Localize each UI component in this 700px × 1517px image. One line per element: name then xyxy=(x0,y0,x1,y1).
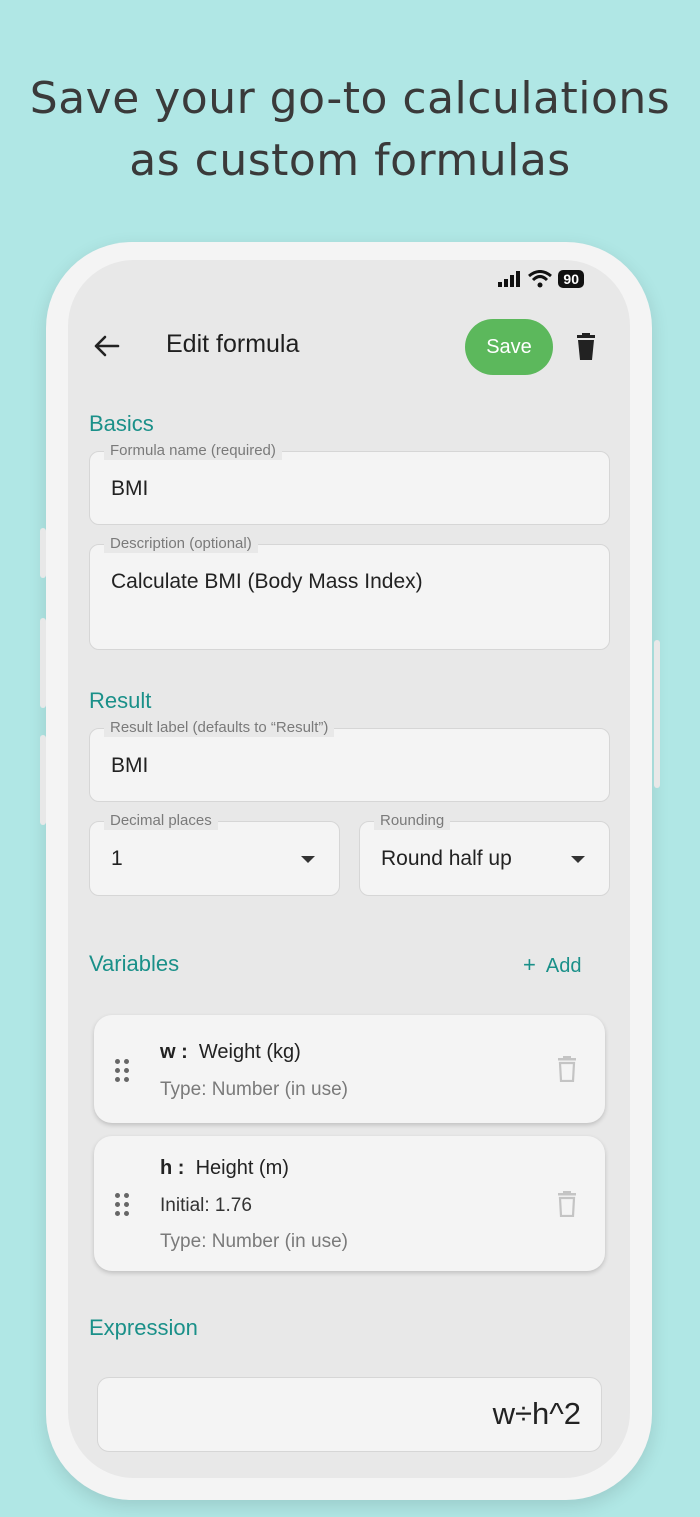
wifi-icon xyxy=(528,270,553,288)
formula-name-label: Formula name (required) xyxy=(104,442,282,460)
delete-formula-icon[interactable] xyxy=(574,333,598,361)
description-label: Description (optional) xyxy=(104,535,258,553)
phone-side-button xyxy=(40,618,46,708)
app-screen: 90 Edit formula Save Basics Formula name… xyxy=(68,260,630,1478)
description-field[interactable]: Description (optional) Calculate BMI (Bo… xyxy=(89,535,610,650)
expression-input[interactable]: w÷h^2 xyxy=(97,1377,602,1452)
phone-side-button xyxy=(654,640,660,788)
result-label-label: Result label (defaults to “Result”) xyxy=(104,719,335,737)
variable-name: Weight (kg) xyxy=(198,1041,301,1063)
phone-side-button xyxy=(40,735,46,825)
description-value: Calculate BMI (Body Mass Index) xyxy=(111,570,423,593)
phone-side-button xyxy=(40,528,46,578)
chevron-down-icon xyxy=(301,856,315,863)
headline-line-2: as custom formulas xyxy=(129,135,571,186)
chevron-down-icon xyxy=(571,856,585,863)
variable-type: Type: Number (in use) xyxy=(160,1231,348,1252)
status-bar: 90 xyxy=(498,266,584,292)
expression-value: w÷h^2 xyxy=(492,1396,581,1431)
add-variable-label: Add xyxy=(545,955,582,977)
page-title: Edit formula xyxy=(166,330,300,358)
drag-handle-icon[interactable] xyxy=(115,1059,129,1082)
headline: Save your go-to calculations as custom f… xyxy=(0,68,700,192)
plus-icon: + xyxy=(523,952,536,977)
section-expression: Expression xyxy=(89,1315,198,1340)
add-variable-button[interactable]: + Add xyxy=(523,952,581,978)
delete-variable-icon[interactable] xyxy=(556,1191,578,1217)
formula-name-field[interactable]: Formula name (required) BMI xyxy=(89,442,610,525)
decimal-places-label: Decimal places xyxy=(104,812,218,830)
variable-initial: Initial: 1.76 xyxy=(160,1195,252,1216)
result-label-field[interactable]: Result label (defaults to “Result”) BMI xyxy=(89,719,610,802)
section-result: Result xyxy=(89,688,152,713)
rounding-dropdown[interactable]: Rounding Round half up xyxy=(359,812,610,896)
section-variables: Variables xyxy=(89,951,180,976)
variable-card[interactable]: h : Height (m) Initial: 1.76 Type: Numbe… xyxy=(94,1136,605,1271)
result-label-value: BMI xyxy=(111,754,149,777)
variable-title: w : Weight (kg) xyxy=(160,1041,301,1064)
headline-line-1: Save your go-to calculations xyxy=(29,73,671,124)
back-arrow-icon[interactable] xyxy=(92,334,120,358)
delete-variable-icon[interactable] xyxy=(556,1056,578,1082)
rounding-label: Rounding xyxy=(374,812,451,830)
decimal-places-dropdown[interactable]: Decimal places 1 xyxy=(89,812,340,896)
decimal-places-value: 1 xyxy=(111,847,123,870)
save-button[interactable]: Save xyxy=(465,319,553,375)
variable-type: Type: Number (in use) xyxy=(160,1079,348,1100)
variable-card[interactable]: w : Weight (kg) Type: Number (in use) xyxy=(94,1015,605,1123)
rounding-value: Round half up xyxy=(381,847,512,870)
formula-name-value: BMI xyxy=(111,477,149,500)
signal-icon xyxy=(498,271,521,287)
section-basics: Basics xyxy=(89,411,154,436)
battery-indicator: 90 xyxy=(558,270,584,288)
variable-name: Height (m) xyxy=(195,1157,289,1179)
drag-handle-icon[interactable] xyxy=(115,1193,129,1216)
variable-symbol: h : xyxy=(160,1157,185,1179)
variable-symbol: w : xyxy=(160,1041,188,1063)
variable-title: h : Height (m) xyxy=(160,1157,289,1180)
